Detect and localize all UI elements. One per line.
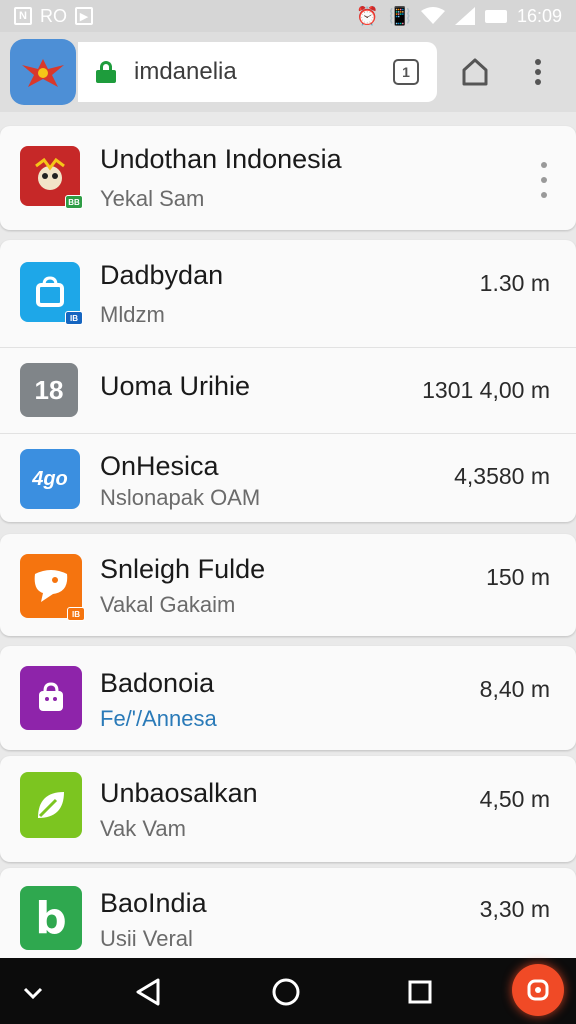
chevron-down-icon [23,987,43,999]
app-icon: b [20,886,82,950]
item-title: Uoma Urihie [100,371,251,401]
item-title: Unbaosalkan [100,778,258,808]
app-icon: 4go [20,449,80,509]
record-icon [527,979,549,1001]
app-badge: IB [67,607,85,621]
mascot-icon [35,157,65,190]
item-title: BaoIndia [100,888,207,918]
list-item[interactable]: b BaoIndia Usii Veral 3,30 m [0,868,576,968]
home-circle-icon [272,978,300,1006]
app-icon-glyph: b [35,892,67,944]
browser-toolbar: imdanelia 1 [0,32,576,112]
site-logo[interactable] [10,39,76,105]
item-size: 1.30 m [479,270,550,296]
tab-count: 1 [402,64,410,80]
status-left-text: RO [40,5,67,26]
item-subtitle: Vakal Gakaim [100,592,236,617]
list-item[interactable]: Unbaosalkan Vak Vam 4,50 m [0,756,576,862]
shopping-bag-icon [36,276,64,307]
leaf-icon [38,792,64,818]
item-subtitle: Yekal Sam [100,186,205,211]
back-triangle-icon [136,978,160,1006]
notification-n-icon: N [14,7,32,25]
vibrate-icon: 📳 [388,5,411,26]
battery-icon [484,9,507,23]
app-icon: IB [20,262,83,325]
tab-switcher-button[interactable]: 1 [393,59,420,85]
recents-button[interactable] [400,972,440,1012]
item-subtitle[interactable]: Fe/'/Annesa [100,706,217,732]
list-item[interactable]: IB Dadbydan Mldzm 1.30 m [0,240,576,346]
item-size: 4,3580 m [454,463,550,489]
home-icon [462,58,488,86]
list-item[interactable]: IB Snleigh Fulde Vakal Gakaim 150 m [0,534,576,636]
app-icon [20,666,82,730]
recents-square-icon [408,980,432,1004]
overflow-menu-button[interactable] [511,44,566,100]
home-button[interactable] [447,44,502,100]
status-time: 16:09 [516,5,562,26]
item-size: 1301 4,00 m [422,377,550,403]
app-badge: BB [65,195,83,209]
list-item[interactable]: 4go OnHesica Nslonapak OAM 4,3580 m [0,433,576,522]
item-subtitle: Usii Veral [100,926,193,951]
list-item[interactable]: BB Undothan Indonesia Yekal Sam [0,126,576,230]
app-badge: IB [65,311,83,325]
item-title: Badonoia [100,668,215,698]
app-icon-glyph: 4go [32,467,68,490]
status-bar: N RO ▶ ⏰ 📳 16:09 [0,0,576,32]
screen-record-button[interactable] [512,964,564,1016]
lock-icon [96,61,116,83]
item-size: 150 m [486,564,550,590]
item-more-icon[interactable] [540,162,548,198]
media-notification-icon: ▶ [75,7,93,25]
item-subtitle: Nslonapak OAM [100,485,261,510]
item-size: 4,50 m [479,786,550,812]
more-vert-icon [535,59,542,85]
list-item[interactable]: Badonoia Fe/'/Annesa 8,40 m [0,646,576,750]
app-icon [20,772,82,838]
item-size: 8,40 m [479,676,550,702]
app-icon-glyph: 18 [34,374,64,405]
item-size: 3,30 m [479,896,550,922]
address-bar[interactable]: imdanelia 1 [78,42,438,102]
back-button[interactable] [128,972,168,1012]
app-icon: BB [20,146,83,209]
wifi-icon [420,7,445,24]
shopping-bag-icon [39,682,63,711]
chat-bubble-icon [34,570,68,602]
item-title: Undothan Indonesia [100,144,342,174]
signal-icon [454,7,475,25]
app-icon: IB [20,554,85,621]
garuda-logo-icon [22,59,64,87]
item-subtitle: Vak Vam [100,816,186,841]
system-nav-bar [0,958,576,1024]
app-icon: 18 [20,363,78,417]
list-item[interactable]: 18 Uoma Urihie 1301 4,00 m [0,347,576,433]
home-nav-button[interactable] [266,972,306,1012]
url-text[interactable]: imdanelia [134,58,393,86]
item-subtitle: Mldzm [100,302,165,327]
hide-keyboard-button[interactable] [18,978,48,1008]
item-title: OnHesica [100,451,219,481]
item-title: Dadbydan [100,260,224,290]
alarm-icon: ⏰ [356,5,379,26]
item-title: Snleigh Fulde [100,554,266,584]
